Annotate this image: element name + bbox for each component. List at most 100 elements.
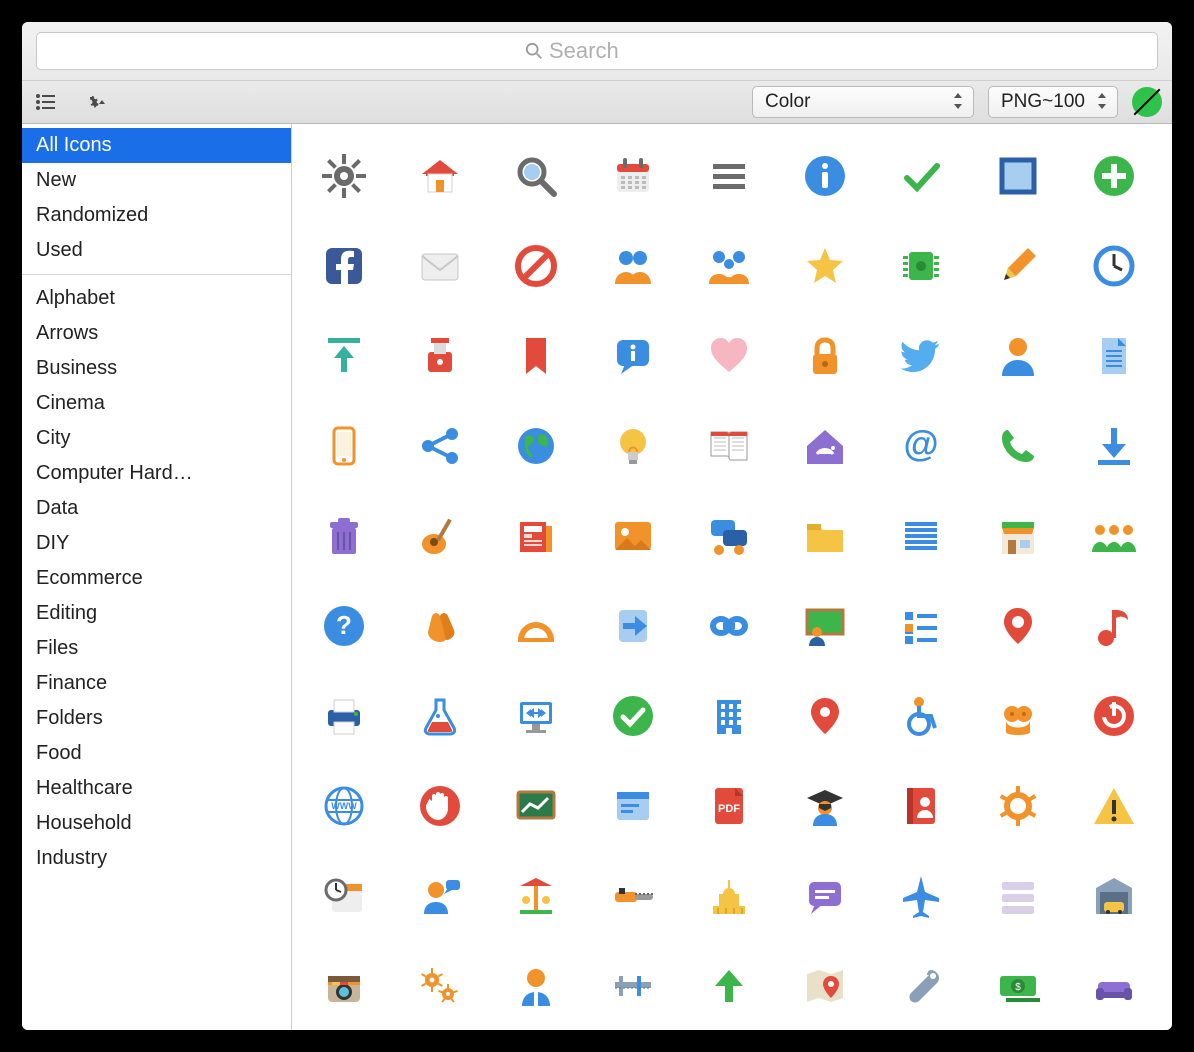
guitar-icon[interactable]: [412, 508, 468, 564]
lightbulb-icon[interactable]: [605, 418, 661, 474]
sidebar-category-industry[interactable]: Industry: [22, 841, 291, 876]
image-icon[interactable]: [605, 508, 661, 564]
info-icon[interactable]: [797, 148, 853, 204]
sidebar-category-household[interactable]: Household: [22, 806, 291, 841]
check-icon[interactable]: [893, 148, 949, 204]
chart-board-icon[interactable]: [508, 778, 564, 834]
search-field-wrap[interactable]: [36, 32, 1158, 70]
settings-gear-icon[interactable]: [990, 778, 1046, 834]
sidebar-category-alphabet[interactable]: Alphabet: [22, 281, 291, 316]
www-icon[interactable]: WWW: [316, 778, 372, 834]
sidebar-category-files[interactable]: Files: [22, 631, 291, 666]
pdf-icon[interactable]: PDF: [701, 778, 757, 834]
sidebar-category-food[interactable]: Food: [22, 736, 291, 771]
facebook-icon[interactable]: [316, 238, 372, 294]
sidebar-category-business[interactable]: Business: [22, 351, 291, 386]
mixer-icon[interactable]: [412, 328, 468, 384]
search-icon[interactable]: [508, 148, 564, 204]
sidebar-category-ecommerce[interactable]: Ecommerce: [22, 561, 291, 596]
wheelchair-icon[interactable]: [893, 688, 949, 744]
chat-bubble-icon[interactable]: [797, 868, 853, 924]
sidebar-category-folders[interactable]: Folders: [22, 701, 291, 736]
map-pin-icon[interactable]: [990, 598, 1046, 654]
user-icon[interactable]: [990, 328, 1046, 384]
building-icon[interactable]: [701, 688, 757, 744]
calendar-icon[interactable]: [605, 148, 661, 204]
prohibit-icon[interactable]: [508, 238, 564, 294]
rows-icon[interactable]: [990, 868, 1046, 924]
sidebar-category-arrows[interactable]: Arrows: [22, 316, 291, 351]
chat-people-icon[interactable]: [701, 508, 757, 564]
clock-icon[interactable]: [1086, 238, 1142, 294]
sidebar-category-data[interactable]: Data: [22, 491, 291, 526]
sidebar-category-city[interactable]: City: [22, 421, 291, 456]
phone-call-icon[interactable]: [990, 418, 1046, 474]
check-circle-icon[interactable]: [605, 688, 661, 744]
flask-icon[interactable]: [412, 688, 468, 744]
sidebar-category-healthcare[interactable]: Healthcare: [22, 771, 291, 806]
news-icon[interactable]: [508, 508, 564, 564]
camera-icon[interactable]: [316, 958, 372, 1014]
cash-icon[interactable]: $: [990, 958, 1046, 1014]
twitter-icon[interactable]: [893, 328, 949, 384]
carousel-icon[interactable]: [508, 868, 564, 924]
power-icon[interactable]: [1086, 688, 1142, 744]
calendar-clock-icon[interactable]: [316, 868, 372, 924]
lock-icon[interactable]: [797, 328, 853, 384]
modules-icon[interactable]: [893, 598, 949, 654]
trash-icon[interactable]: [316, 508, 372, 564]
list-icon[interactable]: [893, 508, 949, 564]
mail-icon[interactable]: [412, 238, 468, 294]
pencil-icon[interactable]: [990, 238, 1046, 294]
sidebar-item-used[interactable]: Used: [22, 233, 291, 268]
wrench-icon[interactable]: [893, 958, 949, 1014]
house-arrow-icon[interactable]: [797, 418, 853, 474]
color-swatch[interactable]: [1132, 87, 1162, 117]
chainsaw-icon[interactable]: [605, 868, 661, 924]
sofa-icon[interactable]: [1086, 958, 1142, 1014]
sidebar-category-computer-hard-[interactable]: Computer Hard…: [22, 456, 291, 491]
warning-icon[interactable]: [1086, 778, 1142, 834]
book-icon[interactable]: [701, 418, 757, 474]
shop-icon[interactable]: [990, 508, 1046, 564]
airplane-icon[interactable]: [893, 868, 949, 924]
stop-hand-icon[interactable]: [412, 778, 468, 834]
download-icon[interactable]: [1086, 418, 1142, 474]
capitol-icon[interactable]: [701, 868, 757, 924]
contact-book-icon[interactable]: [893, 778, 949, 834]
music-note-icon[interactable]: [1086, 598, 1142, 654]
map-marker-icon[interactable]: [797, 958, 853, 1014]
hamburger-icon[interactable]: [701, 148, 757, 204]
at-sign-icon[interactable]: @: [893, 418, 949, 474]
frame-icon[interactable]: [990, 148, 1046, 204]
style-select[interactable]: Color: [752, 86, 974, 118]
arrow-up-icon[interactable]: [701, 958, 757, 1014]
upload-icon[interactable]: [316, 328, 372, 384]
caliper-icon[interactable]: [605, 958, 661, 1014]
printer-icon[interactable]: [316, 688, 372, 744]
gear-icon[interactable]: [316, 148, 372, 204]
plus-icon[interactable]: [1086, 148, 1142, 204]
window-icon[interactable]: [605, 778, 661, 834]
user-speak-icon[interactable]: [412, 868, 468, 924]
bookmark-icon[interactable]: [508, 328, 564, 384]
body-icon[interactable]: [990, 688, 1046, 744]
monitor-arrows-icon[interactable]: [508, 688, 564, 744]
location-icon[interactable]: [797, 688, 853, 744]
team-icon[interactable]: [1086, 508, 1142, 564]
gears-icon[interactable]: [412, 958, 468, 1014]
people-pair-icon[interactable]: [605, 238, 661, 294]
sidebar-category-diy[interactable]: DIY: [22, 526, 291, 561]
share-icon[interactable]: [412, 418, 468, 474]
sidebar-category-editing[interactable]: Editing: [22, 596, 291, 631]
garage-icon[interactable]: [1086, 868, 1142, 924]
home-icon[interactable]: [412, 148, 468, 204]
sidebar-category-cinema[interactable]: Cinema: [22, 386, 291, 421]
folder-icon[interactable]: [797, 508, 853, 564]
heart-icon[interactable]: [701, 328, 757, 384]
help-icon[interactable]: ?: [316, 598, 372, 654]
document-icon[interactable]: [1086, 328, 1142, 384]
search-input[interactable]: [549, 38, 669, 64]
sidebar-item-randomized[interactable]: Randomized: [22, 198, 291, 233]
star-icon[interactable]: [797, 238, 853, 294]
